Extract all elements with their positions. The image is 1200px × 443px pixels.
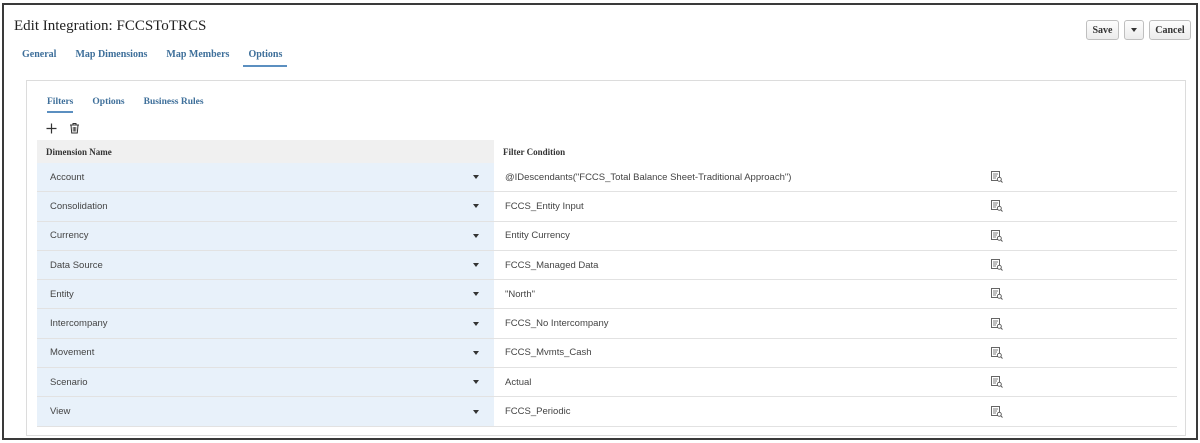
chevron-down-icon[interactable] [473,350,479,355]
table-row: Data Source FCCS_Managed Data [37,250,1177,281]
tab-map-dimensions[interactable]: Map Dimensions [75,49,147,67]
dimension-name: Consolidation [50,200,108,212]
column-header-dimension: Dimension Name [37,140,494,163]
save-button[interactable]: Save [1086,20,1119,40]
filter-condition-cell[interactable]: FCCS_Entity Input [494,192,1177,220]
table-row: Consolidation FCCS_Entity Input [37,192,1177,222]
save-options-button[interactable] [1124,20,1144,40]
edit-integration-window: Edit Integration: FCCSToTRCS Save Cancel… [2,3,1198,440]
filter-condition-cell[interactable]: @IDescendants("FCCS_Total Balance Sheet-… [494,163,1177,191]
dimension-name: Scenario [50,376,88,388]
table-row: Currency Entity Currency [37,221,1177,251]
filter-condition-cell[interactable]: Actual [494,368,1177,396]
dimension-select[interactable]: Intercompany [37,309,494,338]
member-selector-icon[interactable] [991,405,1003,418]
member-selector-icon[interactable] [991,171,1003,183]
dimension-name: Intercompany [50,318,108,330]
dimension-name: Movement [50,347,95,359]
chevron-down-icon[interactable] [473,233,479,238]
filter-toolbar [44,121,81,135]
chevron-down-icon[interactable] [473,204,479,209]
chevron-down-icon[interactable] [473,175,479,180]
filter-condition-cell[interactable]: "North" [494,280,1177,308]
chevron-down-icon[interactable] [473,292,479,297]
filter-condition: Actual [505,376,532,388]
chevron-down-icon[interactable] [473,321,479,326]
table-row: View FCCS_Periodic [37,397,1177,427]
dimension-select[interactable]: Consolidation [37,192,494,221]
dimension-name: Entity [50,288,74,300]
table-row: Account @IDescendants("FCCS_Total Balance… [37,163,1177,193]
chevron-down-icon[interactable] [473,409,479,414]
chevron-down-icon[interactable] [473,380,479,385]
dimension-select[interactable]: Movement [37,338,494,368]
filter-condition-cell[interactable]: Entity Currency [494,222,1177,250]
page-title: Edit Integration: FCCSToTRCS [14,18,207,34]
dimension-name: View [50,406,71,418]
sub-tabs: Filters Options Business Rules [47,97,223,113]
member-selector-icon[interactable] [991,346,1003,359]
member-selector-icon[interactable] [991,317,1003,330]
tab-general[interactable]: General [22,49,56,67]
table-row: Scenario Actual [37,368,1177,398]
dimension-select[interactable]: Data Source [37,250,494,280]
filter-condition-cell[interactable]: FCCS_Mvmts_Cash [494,339,1177,367]
filter-condition: FCCS_Periodic [505,406,571,418]
filters-table: Dimension Name Filter Condition Account @… [37,140,1177,427]
filter-condition-cell[interactable]: FCCS_No Intercompany [494,309,1177,337]
table-row: Entity "North" [37,280,1177,310]
add-icon[interactable] [44,121,58,135]
options-panel: Filters Options Business Rules Dimension… [26,80,1186,436]
chevron-down-icon [1131,28,1137,32]
dimension-select[interactable]: View [37,397,494,426]
subtab-filters[interactable]: Filters [47,97,74,113]
subtab-options[interactable]: Options [92,97,124,113]
member-selector-icon[interactable] [991,288,1003,301]
table-header: Dimension Name Filter Condition [37,140,1177,163]
filter-condition: FCCS_No Intercompany [505,318,609,330]
filter-condition: Entity Currency [505,230,570,242]
dimension-select[interactable]: Entity [37,280,494,309]
filter-condition: FCCS_Entity Input [505,200,584,212]
filter-condition: FCCS_Mvmts_Cash [505,347,592,359]
member-selector-icon[interactable] [991,259,1003,271]
subtab-business-rules[interactable]: Business Rules [144,97,204,113]
member-selector-icon[interactable] [991,376,1003,389]
filter-condition: "North" [505,288,535,300]
top-actions: Save Cancel [1086,20,1191,40]
tab-map-members[interactable]: Map Members [166,49,229,67]
dimension-select[interactable]: Account [37,163,494,192]
table-row: Movement FCCS_Mvmts_Cash [37,338,1177,369]
table-body: Account @IDescendants("FCCS_Total Balance… [37,163,1177,427]
main-tabs: General Map Dimensions Map Members Optio… [22,49,306,67]
cancel-button[interactable]: Cancel [1149,20,1191,40]
dimension-name: Data Source [50,259,103,271]
dimension-name: Account [50,171,85,183]
table-row: Intercompany FCCS_No Intercompany [37,309,1177,339]
column-header-filter: Filter Condition [503,146,566,157]
tab-options[interactable]: Options [243,49,288,67]
member-selector-icon[interactable] [991,229,1003,242]
dimension-select[interactable]: Currency [37,221,494,250]
dimension-name: Currency [50,230,89,242]
filter-condition-cell[interactable]: FCCS_Managed Data [494,251,1177,279]
dimension-select[interactable]: Scenario [37,368,494,397]
filter-condition: @IDescendants("FCCS_Total Balance Sheet-… [505,171,792,183]
filter-condition-cell[interactable]: FCCS_Periodic [494,397,1177,425]
member-selector-icon[interactable] [991,200,1003,213]
delete-icon[interactable] [67,121,81,135]
chevron-down-icon[interactable] [473,263,479,268]
filter-condition: FCCS_Managed Data [505,259,599,271]
